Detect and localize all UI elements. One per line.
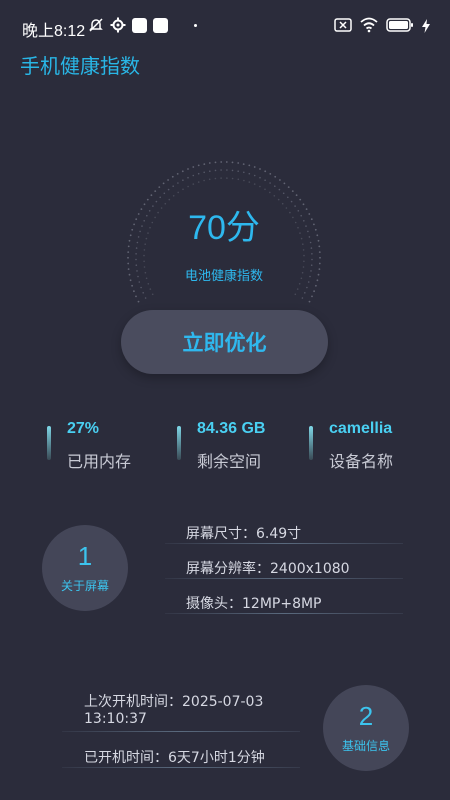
optimize-button[interactable]: 立即优化: [121, 310, 328, 374]
page-title: 手机健康指数: [20, 54, 140, 78]
divider: [165, 578, 403, 579]
stat-label: 设备名称: [329, 452, 394, 471]
stat-indicator-bar: [309, 426, 313, 460]
stat-value: camellia: [329, 420, 393, 437]
stat-value: 27%: [67, 420, 100, 437]
notification-muted-icon: [88, 17, 104, 33]
badge-number: 1: [77, 540, 93, 571]
last-boot-time-text-cont: 13:10:37: [84, 711, 147, 727]
divider: [62, 767, 300, 768]
screen-info-badge[interactable]: 1 关于屏幕: [42, 525, 128, 611]
screen-resolution-text: 屏幕分辨率：2400x1080: [186, 561, 350, 577]
wifi-icon: [360, 17, 378, 37]
health-score-value: 70分: [188, 209, 260, 247]
divider: [165, 543, 403, 544]
dot-icon: [194, 23, 197, 27]
status-time: 晚上8:12: [22, 23, 86, 40]
camera-text: 摄像头：12MP+8MP: [186, 596, 322, 612]
sim-off-icon: [334, 17, 352, 37]
app-square-icon: [132, 17, 147, 33]
health-score-dial: 70分 电池健康指数: [122, 160, 326, 320]
status-left-icons: [88, 17, 197, 33]
basic-info-badge[interactable]: 2 基础信息: [323, 685, 409, 771]
badge-label: 基础信息: [341, 738, 390, 753]
badge-number: 2: [358, 700, 374, 731]
last-boot-time-text: 上次开机时间：2025-07-03: [84, 694, 264, 710]
divider: [165, 613, 403, 614]
settings-icon: [110, 17, 126, 33]
stat-indicator-bar: [177, 426, 181, 460]
status-right-icons: [334, 17, 430, 37]
uptime-text: 已开机时间：6天7小时1分钟: [84, 750, 265, 766]
stat-label: 剩余空间: [197, 452, 262, 471]
health-score-label: 电池健康指数: [184, 269, 263, 284]
badge-label: 关于屏幕: [60, 578, 109, 593]
stat-indicator-bar: [47, 426, 51, 460]
charging-icon: [422, 18, 430, 37]
divider: [62, 731, 300, 732]
stat-value: 84.36 GB: [197, 420, 266, 437]
screen-size-text: 屏幕尺寸：6.49寸: [186, 526, 302, 542]
stat-label: 已用内存: [67, 452, 132, 471]
status-bar: 晚上8:12: [0, 0, 450, 56]
app-square-icon: [153, 17, 168, 33]
battery-icon: [386, 17, 414, 37]
